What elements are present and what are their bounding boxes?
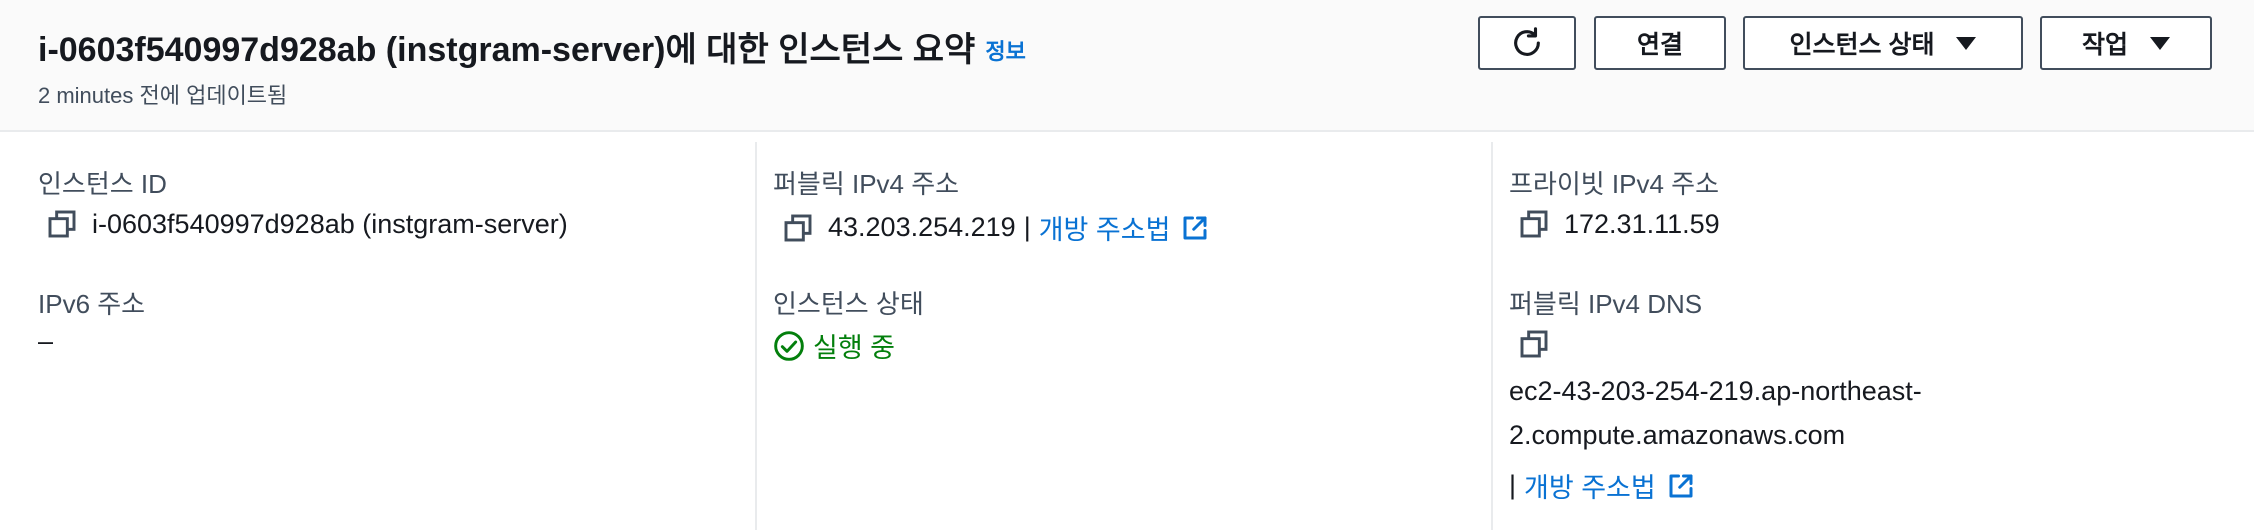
copy-icon[interactable] (782, 212, 814, 244)
connect-button[interactable]: 연결 (1594, 16, 1726, 70)
refresh-button[interactable] (1478, 16, 1576, 70)
copy-icon[interactable] (1518, 208, 1550, 240)
page-title: i-0603f540997d928ab (instgram-server)에 대… (38, 22, 1026, 71)
private-ipv4-value: 172.31.11.59 (1518, 208, 1720, 240)
private-ipv4-label: 프라이빗 IPv4 주소 (1509, 169, 1719, 199)
separator: | (1023, 212, 1031, 242)
public-dns-copy (1518, 328, 1564, 360)
caret-down-icon (1956, 36, 1977, 50)
check-circle-icon (774, 330, 804, 361)
ipv6-label: IPv6 주소 (38, 289, 146, 319)
info-link[interactable]: 정보 (985, 39, 1025, 64)
open-address-link[interactable]: 개방 주소법 (1524, 466, 1656, 505)
column-divider (755, 142, 757, 530)
actions-dropdown[interactable]: 작업 (2040, 16, 2212, 70)
public-dns-label: 퍼블릭 IPv4 DNS (1509, 289, 1703, 319)
public-ipv4-text: 43.203.254.219 (828, 212, 1016, 242)
external-link-icon[interactable] (1666, 471, 1696, 501)
ipv6-value: – (38, 326, 54, 356)
instance-id-value: i-0603f540997d928ab (instgram-server) (46, 208, 568, 240)
open-address-link[interactable]: 개방 주소법 (1039, 208, 1171, 247)
caret-down-icon (2150, 36, 2170, 50)
public-dns-value-line2: 2.compute.amazonaws.com (1509, 420, 1846, 450)
instance-id-text: i-0603f540997d928ab (instgram-server) (92, 208, 568, 239)
summary-header: i-0603f540997d928ab (instgram-server)에 대… (0, 0, 2254, 132)
instance-state-text: 실행 중 (813, 333, 896, 363)
public-ipv4-value: 43.203.254.219 | 개방 주소법 (782, 208, 1210, 247)
column-divider (1491, 142, 1493, 530)
instance-state-dropdown-label: 인스턴스 상태 (1789, 31, 1935, 59)
page-title-text: i-0603f540997d928ab (instgram-server)에 대… (38, 31, 976, 69)
public-dns-open-row: | 개방 주소법 (1509, 466, 1696, 505)
instance-state-dropdown[interactable]: 인스턴스 상태 (1743, 16, 2023, 70)
copy-icon[interactable] (46, 208, 78, 240)
public-ipv4-label: 퍼블릭 IPv4 주소 (773, 169, 960, 199)
instance-id-label: 인스턴스 ID (38, 169, 167, 199)
copy-icon[interactable] (1518, 328, 1550, 360)
external-link-icon[interactable] (1180, 213, 1210, 243)
refresh-icon (1514, 27, 1540, 56)
instance-state-value: 실행 중 (773, 326, 895, 365)
last-updated-text: 2 minutes 전에 업데이트됨 (38, 83, 288, 108)
actions-dropdown-label: 작업 (2081, 31, 2128, 59)
separator: | (1509, 470, 1517, 500)
instance-state-label: 인스턴스 상태 (773, 289, 924, 319)
private-ipv4-text: 172.31.11.59 (1564, 208, 1720, 239)
public-dns-value-line1: ec2-43-203-254-219.ap-northeast- (1509, 376, 1922, 406)
connect-button-label: 연결 (1636, 31, 1683, 59)
